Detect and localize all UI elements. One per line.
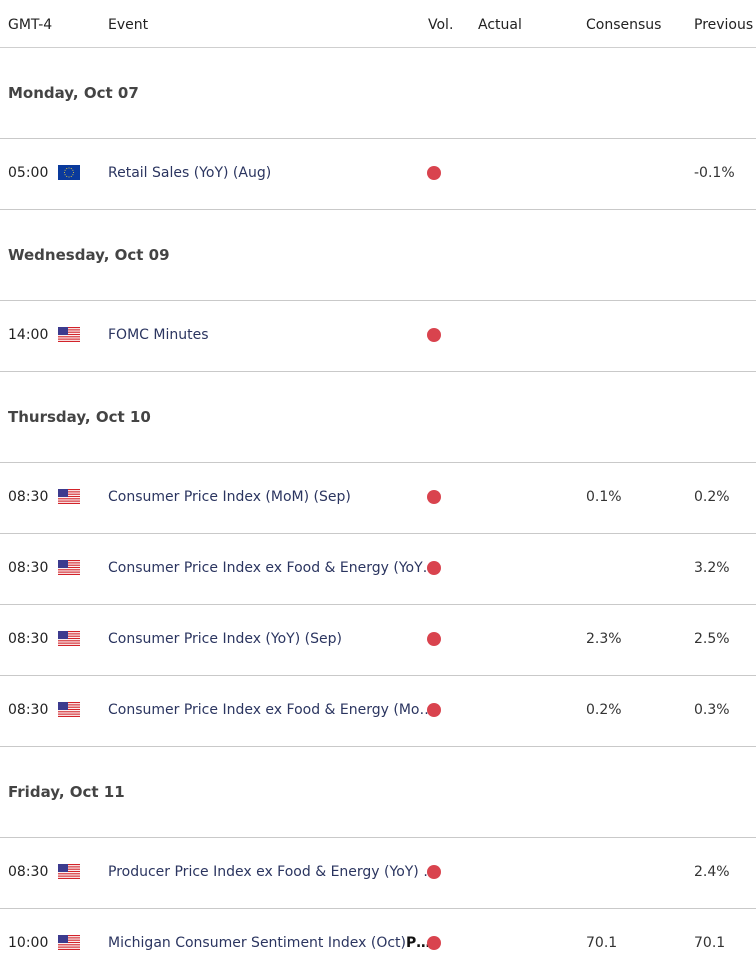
event-name[interactable]: Consumer Price Index ex Food & Energy (M… (108, 702, 428, 718)
event-time: 08:30 (8, 489, 49, 505)
event-row[interactable]: 05:00 Retail Sales (YoY) (Aug) -0.1% (0, 139, 756, 210)
us-flag-icon (58, 631, 80, 646)
eu-flag-icon (58, 165, 80, 180)
event-name[interactable]: Retail Sales (YoY) (Aug) (108, 165, 428, 181)
event-previous: 0.3% (694, 702, 730, 718)
header-event: Event (108, 17, 149, 33)
date-label: Monday, Oct 07 (8, 84, 139, 102)
event-name[interactable]: Consumer Price Index (YoY) (Sep) (108, 631, 428, 647)
event-row[interactable]: 08:30 Consumer Price Index (MoM) (Sep) 0.1… (0, 463, 756, 534)
us-flag-icon (58, 560, 80, 575)
event-name[interactable]: FOMC Minutes (108, 327, 428, 343)
date-row: Wednesday, Oct 09 (0, 210, 756, 301)
event-previous: 2.5% (694, 631, 730, 647)
calendar-header: GMT-4 Event Vol. Actual Consensus Previo… (0, 0, 756, 48)
us-flag-icon (58, 327, 80, 342)
header-previous: Previous (694, 17, 754, 33)
us-flag-icon (58, 935, 80, 950)
event-row[interactable]: 08:30 Consumer Price Index (YoY) (Sep) 2.3… (0, 605, 756, 676)
high-volatility-icon (427, 166, 441, 180)
event-time: 08:30 (8, 702, 49, 718)
event-consensus: 70.1 (586, 935, 618, 951)
date-label: Friday, Oct 11 (8, 783, 125, 801)
event-name[interactable]: Michigan Consumer Sentiment Index (Oct)P… (108, 935, 428, 951)
us-flag-icon (58, 489, 80, 504)
high-volatility-icon (427, 632, 441, 646)
header-vol: Vol. (428, 17, 454, 33)
date-label: Thursday, Oct 10 (8, 408, 151, 426)
event-previous: -0.1% (694, 165, 735, 181)
calendar-body: Monday, Oct 07 05:00 Retail Sales (YoY) (A… (0, 48, 756, 979)
event-previous: 2.4% (694, 864, 730, 880)
event-consensus: 2.3% (586, 631, 622, 647)
event-row[interactable]: 08:30 Consumer Price Index ex Food & Ener… (0, 534, 756, 605)
event-previous: 0.2% (694, 489, 730, 505)
us-flag-icon (58, 702, 80, 717)
header-timezone[interactable]: GMT-4 (8, 17, 52, 33)
event-row[interactable]: 08:30 Producer Price Index ex Food & Ener… (0, 838, 756, 909)
event-consensus: 0.2% (586, 702, 622, 718)
date-label: Wednesday, Oct 09 (8, 246, 170, 264)
date-row: Monday, Oct 07 (0, 48, 756, 139)
date-row: Thursday, Oct 10 (0, 372, 756, 463)
event-consensus: 0.1% (586, 489, 622, 505)
header-actual: Actual (478, 17, 522, 33)
event-time: 08:30 (8, 560, 49, 576)
event-time: 05:00 (8, 165, 49, 181)
event-name[interactable]: Producer Price Index ex Food & Energy (Y… (108, 864, 428, 880)
event-time: 14:00 (8, 327, 49, 343)
event-previous: 3.2% (694, 560, 730, 576)
high-volatility-icon (427, 703, 441, 717)
header-consensus: Consensus (586, 17, 662, 33)
event-row[interactable]: 08:30 Consumer Price Index ex Food & Ener… (0, 676, 756, 747)
event-time: 10:00 (8, 935, 49, 951)
event-name[interactable]: Consumer Price Index ex Food & Energy (Y… (108, 560, 428, 576)
high-volatility-icon (427, 936, 441, 950)
high-volatility-icon (427, 490, 441, 504)
high-volatility-icon (427, 328, 441, 342)
high-volatility-icon (427, 865, 441, 879)
event-time: 08:30 (8, 864, 49, 880)
event-row[interactable]: 10:00 Michigan Consumer Sentiment Index (… (0, 909, 756, 979)
event-previous: 70.1 (694, 935, 726, 951)
event-name[interactable]: Consumer Price Index (MoM) (Sep) (108, 489, 428, 505)
us-flag-icon (58, 864, 80, 879)
event-row[interactable]: 14:00 FOMC Minutes (0, 301, 756, 372)
high-volatility-icon (427, 561, 441, 575)
event-time: 08:30 (8, 631, 49, 647)
date-row: Friday, Oct 11 (0, 747, 756, 838)
